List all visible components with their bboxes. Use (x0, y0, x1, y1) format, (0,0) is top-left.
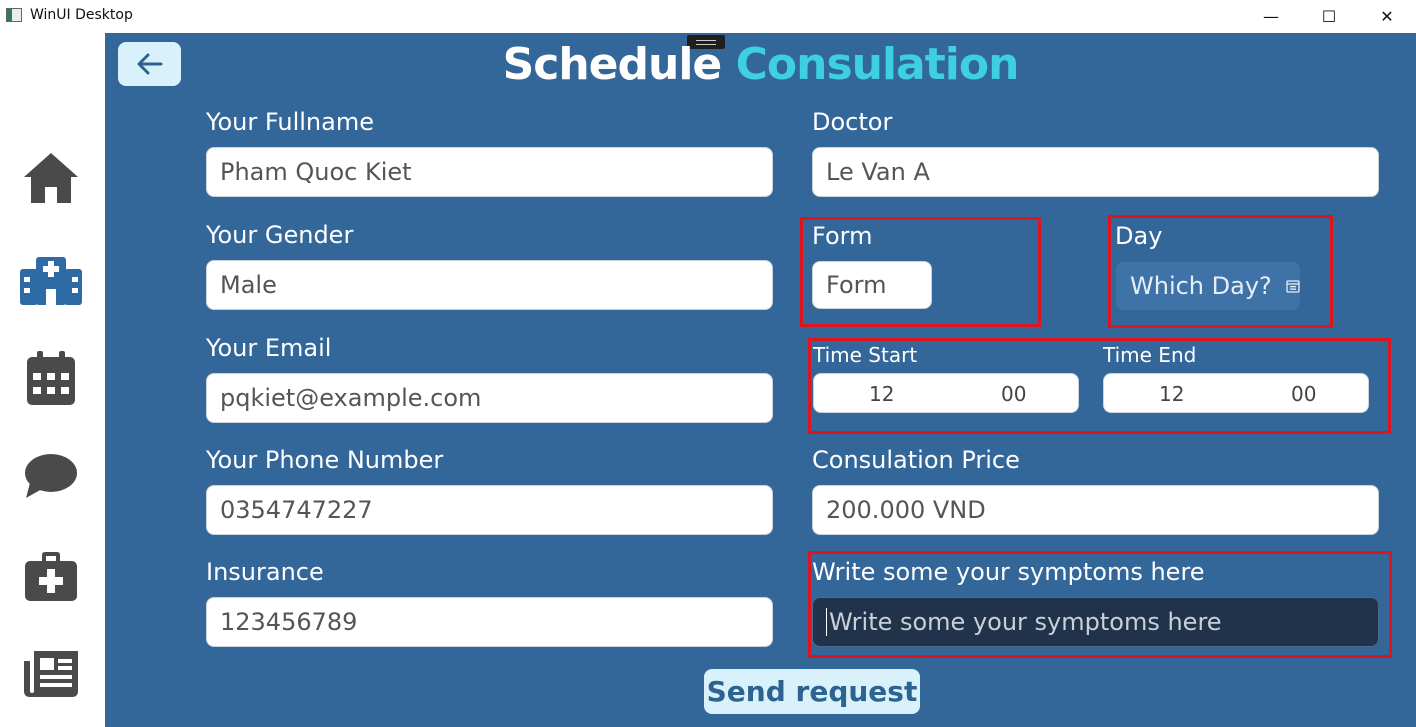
window-title: WinUI Desktop (30, 7, 133, 23)
phone-label: Your Phone Number (206, 446, 444, 474)
time-start-minute: 00 (1001, 382, 1027, 406)
sidebar-item-hospital[interactable] (16, 243, 86, 313)
insurance-label: Insurance (206, 558, 324, 586)
symptoms-input[interactable]: Write some your symptoms here (812, 597, 1379, 647)
chat-icon (25, 454, 77, 498)
time-end-picker[interactable]: 12 00 (1103, 373, 1369, 413)
medical-kit-icon (25, 552, 77, 601)
hospital-icon (20, 257, 82, 305)
fullname-label: Your Fullname (206, 108, 374, 136)
calendar-small-icon (1286, 280, 1300, 293)
time-start-label: Time Start (813, 343, 918, 367)
sidebar (0, 33, 105, 727)
insurance-field[interactable]: 123456789 (206, 597, 773, 647)
sidebar-item-home[interactable] (16, 143, 86, 213)
price-label: Consulation Price (812, 446, 1020, 474)
time-end-minute: 00 (1291, 382, 1317, 406)
app-icon (6, 8, 22, 22)
email-field[interactable]: pqkiet@example.com (206, 373, 773, 423)
window-title-bar: WinUI Desktop — ☐ ✕ (0, 0, 1416, 33)
sidebar-item-calendar[interactable] (16, 343, 86, 413)
send-request-button[interactable]: Send request (704, 669, 920, 714)
price-field[interactable]: 200.000 VND (812, 485, 1379, 535)
doctor-label: Doctor (812, 108, 893, 136)
sidebar-item-chat[interactable] (16, 441, 86, 511)
form-label: Form (812, 222, 873, 250)
sidebar-item-news[interactable] (16, 639, 86, 709)
time-start-hour: 12 (869, 382, 895, 406)
phone-field[interactable]: 0354747227 (206, 485, 773, 535)
day-picker[interactable]: Which Day? (1116, 262, 1300, 310)
day-picker-placeholder: Which Day? (1130, 272, 1272, 300)
gender-label: Your Gender (206, 221, 354, 249)
doctor-field[interactable]: Le Van A (812, 147, 1379, 197)
calendar-icon (27, 351, 75, 405)
symptoms-label: Write some your symptoms here (812, 558, 1205, 586)
text-caret (826, 608, 827, 636)
time-start-picker[interactable]: 12 00 (813, 373, 1079, 413)
fullname-field[interactable]: Pham Quoc Kiet (206, 147, 773, 197)
day-label: Day (1115, 222, 1163, 250)
time-end-label: Time End (1103, 343, 1197, 367)
time-end-hour: 12 (1159, 382, 1185, 406)
title-part-1: Schedule (502, 39, 723, 90)
page-title: Schedule Consulation (105, 39, 1416, 90)
title-part-2: Consulation (735, 39, 1020, 90)
symptoms-placeholder: Write some your symptoms here (829, 608, 1222, 636)
newspaper-icon (24, 651, 78, 697)
email-label: Your Email (206, 334, 332, 362)
minimize-button[interactable]: — (1242, 0, 1300, 33)
form-field[interactable]: Form (812, 261, 932, 309)
sidebar-item-medical-kit[interactable] (16, 541, 86, 611)
maximize-button[interactable]: ☐ (1300, 0, 1358, 33)
home-icon (24, 153, 78, 203)
close-button[interactable]: ✕ (1358, 0, 1416, 33)
main-panel: Schedule Consulation Your Fullname Pham … (105, 33, 1416, 727)
gender-field[interactable]: Male (206, 260, 773, 310)
